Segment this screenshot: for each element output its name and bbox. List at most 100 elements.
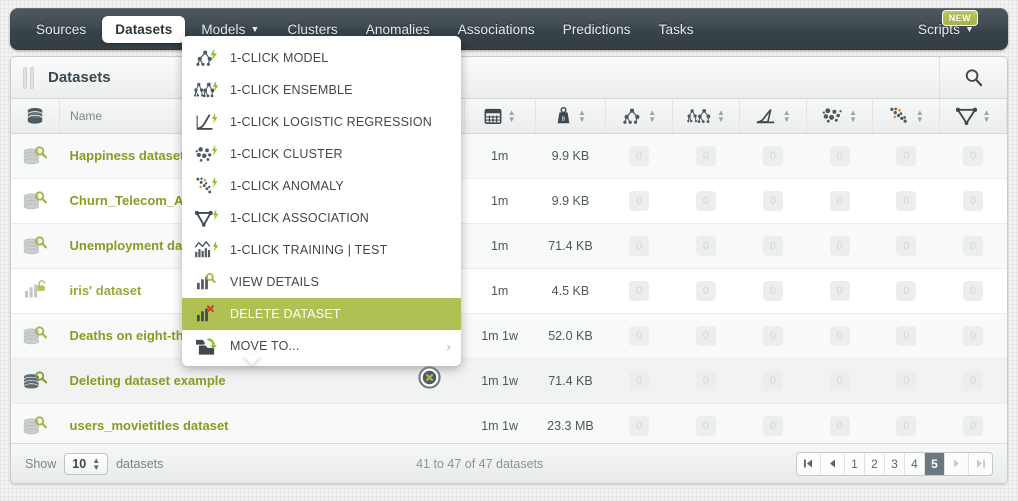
row-ensemble-count[interactable]: 0 xyxy=(672,403,740,449)
dataset-name-link[interactable]: Unemployment da xyxy=(70,238,183,253)
table-row[interactable]: Happiness dataset 1m 9.9 KB 0 0 0 0 0 0 xyxy=(11,133,1007,179)
row-model-count[interactable]: 0 xyxy=(605,268,673,314)
row-cluster-count[interactable]: 0 xyxy=(806,223,873,269)
row-anomaly-count[interactable]: 0 xyxy=(872,133,940,179)
sort-arrows-icon[interactable]: ▲ ▼ xyxy=(717,108,725,123)
nav-item-associations[interactable]: Associations xyxy=(446,16,547,43)
nav-item-tasks[interactable]: Tasks xyxy=(647,16,706,43)
sort-arrows-icon[interactable]: ▲ ▼ xyxy=(508,108,516,123)
close-dataset-popup-button[interactable] xyxy=(418,366,441,389)
row-name-cell[interactable]: users_movietitles dataset xyxy=(59,403,465,449)
col-header-size[interactable]: B ▲ ▼ xyxy=(535,99,607,134)
table-row[interactable]: iris' dataset 1m 4.5 KB 0 0 0 0 0 0 xyxy=(11,268,1007,314)
row-model-count[interactable]: 0 xyxy=(605,313,673,359)
table-row[interactable]: Deleting dataset example 1m 1w 71.4 KB 0… xyxy=(11,358,1007,404)
table-row[interactable]: users_movietitles dataset 1m 1w 23.3 MB … xyxy=(11,403,1007,449)
row-model-count[interactable]: 0 xyxy=(605,178,673,224)
menu-item-1-click-ensemble[interactable]: 1-CLICK ENSEMBLE xyxy=(182,74,461,106)
menu-item-delete-dataset[interactable]: DELETE DATASET xyxy=(182,298,461,330)
row-cluster-count[interactable]: 0 xyxy=(806,178,873,224)
col-header-clusters[interactable]: ▲ ▼ xyxy=(806,99,874,134)
row-association-count[interactable]: 0 xyxy=(939,313,1007,359)
col-header-models[interactable]: ▲ ▼ xyxy=(605,99,674,134)
menu-item-move-to[interactable]: MOVE TO... › xyxy=(182,330,461,362)
page-4-button[interactable]: 4 xyxy=(905,452,925,475)
row-association-count[interactable]: 0 xyxy=(939,133,1007,179)
row-ensemble-count[interactable]: 0 xyxy=(672,313,740,359)
row-association-count[interactable]: 0 xyxy=(939,358,1007,404)
table-row[interactable]: Unemployment da 1m 71.4 KB 0 0 0 0 0 0 xyxy=(11,223,1007,269)
table-row[interactable]: Churn_Telecom_A 1m 9.9 KB 0 0 0 0 0 0 xyxy=(11,178,1007,224)
row-logistic-count[interactable]: 0 xyxy=(739,178,807,224)
row-anomaly-count[interactable]: 0 xyxy=(872,223,940,269)
menu-item-1-click-training-test[interactable]: 1-CLICK TRAINING | TEST xyxy=(182,234,461,266)
row-logistic-count[interactable]: 0 xyxy=(739,268,807,314)
sort-arrows-icon[interactable]: ▲ ▼ xyxy=(983,108,991,123)
menu-item-1-click-cluster[interactable]: 1-CLICK CLUSTER xyxy=(182,138,461,170)
nav-item-predictions[interactable]: Predictions xyxy=(551,16,643,43)
row-ensemble-count[interactable]: 0 xyxy=(672,268,740,314)
page-2-button[interactable]: 2 xyxy=(865,452,885,475)
col-header-type[interactable] xyxy=(11,99,61,134)
col-header-associations[interactable]: ▲ ▼ xyxy=(939,99,1007,134)
row-association-count[interactable]: 0 xyxy=(939,178,1007,224)
page-3-button[interactable]: 3 xyxy=(885,452,905,475)
nav-item-scripts[interactable]: Scripts ▼ NEW xyxy=(906,9,986,43)
row-association-count[interactable]: 0 xyxy=(939,403,1007,449)
sort-arrows-icon[interactable]: ▲ ▼ xyxy=(916,108,924,123)
dataset-name-link[interactable]: iris' dataset xyxy=(70,283,142,298)
row-cluster-count[interactable]: 0 xyxy=(806,268,873,314)
search-button[interactable] xyxy=(939,57,1007,98)
row-anomaly-count[interactable]: 0 xyxy=(872,268,940,314)
row-model-count[interactable]: 0 xyxy=(605,358,673,404)
row-cluster-count[interactable]: 0 xyxy=(806,358,873,404)
row-model-count[interactable]: 0 xyxy=(605,223,673,269)
menu-item-1-click-association[interactable]: 1-CLICK ASSOCIATION xyxy=(182,202,461,234)
row-logistic-count[interactable]: 0 xyxy=(739,223,807,269)
sort-arrows-icon[interactable]: ▲ ▼ xyxy=(578,108,586,123)
dataset-name-link[interactable]: users_movietitles dataset xyxy=(70,418,229,433)
col-header-anomalies[interactable]: ▲ ▼ xyxy=(872,99,941,134)
row-ensemble-count[interactable]: 0 xyxy=(672,223,740,269)
sort-arrows-icon[interactable]: ▲ ▼ xyxy=(648,108,656,123)
prev-page-button[interactable] xyxy=(821,452,845,475)
col-header-created[interactable]: ▲ ▼ xyxy=(464,99,536,134)
sort-arrows-icon[interactable]: ▲ ▼ xyxy=(783,108,791,123)
row-cluster-count[interactable]: 0 xyxy=(806,313,873,359)
row-anomaly-count[interactable]: 0 xyxy=(872,313,940,359)
row-association-count[interactable]: 0 xyxy=(939,223,1007,269)
dataset-name-link[interactable]: Churn_Telecom_A xyxy=(70,193,184,208)
dataset-name-link[interactable]: Happiness dataset xyxy=(70,148,185,163)
first-page-button[interactable] xyxy=(797,452,821,475)
row-anomaly-count[interactable]: 0 xyxy=(872,403,940,449)
row-cluster-count[interactable]: 0 xyxy=(806,403,873,449)
col-header-ensembles[interactable]: ▲ ▼ xyxy=(672,99,740,134)
row-ensemble-count[interactable]: 0 xyxy=(672,178,740,224)
dataset-name-link[interactable]: Deleting dataset example xyxy=(70,373,226,388)
dataset-name-link[interactable]: Deaths on eight-th xyxy=(70,328,184,343)
nav-item-sources[interactable]: Sources xyxy=(24,16,98,43)
page-5-button[interactable]: 5 xyxy=(925,452,945,475)
stepper-arrows-icon[interactable]: ▲ ▼ xyxy=(92,456,100,471)
row-model-count[interactable]: 0 xyxy=(605,403,673,449)
row-ensemble-count[interactable]: 0 xyxy=(672,358,740,404)
menu-item-view-details[interactable]: VIEW DETAILS xyxy=(182,266,461,298)
table-row[interactable]: Deaths on eight-th 1m 1w 52.0 KB 0 0 0 0… xyxy=(11,313,1007,359)
row-anomaly-count[interactable]: 0 xyxy=(872,178,940,224)
col-header-logistic-regressions[interactable]: ▲ ▼ xyxy=(739,99,807,134)
page-size-select[interactable]: 10 ▲ ▼ xyxy=(64,452,109,475)
menu-item-1-click-anomaly[interactable]: 1-CLICK ANOMALY xyxy=(182,170,461,202)
row-association-count[interactable]: 0 xyxy=(939,268,1007,314)
row-model-count[interactable]: 0 xyxy=(605,133,673,179)
sort-arrows-icon[interactable]: ▲ ▼ xyxy=(849,108,857,123)
row-cluster-count[interactable]: 0 xyxy=(806,133,873,179)
row-ensemble-count[interactable]: 0 xyxy=(672,133,740,179)
row-logistic-count[interactable]: 0 xyxy=(739,313,807,359)
row-logistic-count[interactable]: 0 xyxy=(739,403,807,449)
row-logistic-count[interactable]: 0 xyxy=(739,133,807,179)
row-logistic-count[interactable]: 0 xyxy=(739,358,807,404)
menu-item-1-click-logistic-regression[interactable]: 1-CLICK LOGISTIC REGRESSION xyxy=(182,106,461,138)
menu-item-1-click-model[interactable]: 1-CLICK MODEL xyxy=(182,42,461,74)
nav-item-datasets[interactable]: Datasets xyxy=(102,15,186,43)
page-1-button[interactable]: 1 xyxy=(845,452,865,475)
